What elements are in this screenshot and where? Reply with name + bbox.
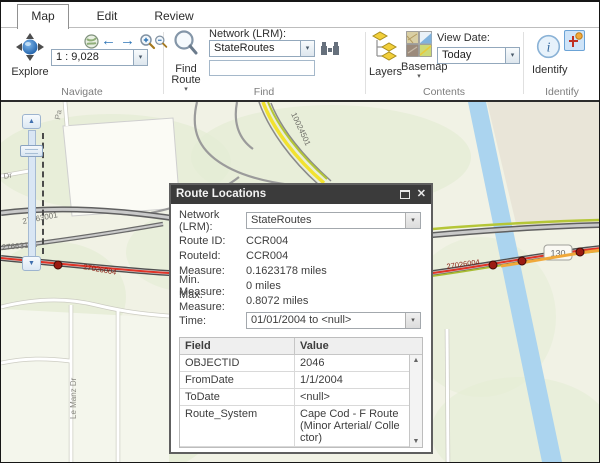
layers-toc-icon — [372, 31, 398, 62]
tab-review[interactable]: Review — [143, 5, 205, 27]
group-label-find: Find — [163, 86, 365, 98]
route-location-marker-icon — [565, 31, 584, 50]
dialog-body: Network (LRM): StateRoutes ▾ Route ID:CC… — [171, 204, 431, 454]
map-scale-value: 1 : 9,028 — [52, 50, 133, 65]
binoculars-search-icon[interactable] — [320, 41, 340, 56]
previous-extent-icon[interactable]: ← — [101, 33, 116, 49]
route-id-label: Route ID: — [179, 235, 246, 247]
identify-i-glyph: i — [546, 39, 550, 54]
attribute-table: Field Value OBJECTID 2046 FromDate 1/1/2… — [179, 337, 423, 448]
find-route-magnifier-icon — [172, 29, 200, 59]
view-date-label: View Date: — [437, 32, 490, 44]
group-label-identify: Identify — [523, 86, 600, 98]
time-combobox[interactable]: 01/01/2004 to <null> ▾ — [246, 312, 421, 329]
network-combobox[interactable]: StateRoutes ▾ — [246, 212, 421, 229]
map-scale-combobox[interactable]: 1 : 9,028 ▾ — [51, 49, 148, 66]
route-locations-dialog: Route Locations ✕ Network (LRM): StateRo… — [169, 183, 433, 454]
network-field-label: Network (LRM): — [179, 209, 246, 233]
route-value-input[interactable] — [209, 60, 315, 76]
explore-label: Explore — [7, 67, 53, 78]
value-cell: <null> — [295, 389, 409, 405]
table-row: FromDate 1/1/2004 — [180, 372, 409, 389]
find-route-button[interactable]: Find Route ▾ — [165, 29, 207, 93]
max-measure-label: Max. Measure: — [179, 289, 246, 313]
value-column-header: Value — [295, 338, 422, 354]
layers-label: Layers — [369, 67, 401, 78]
field-cell: ToDate — [180, 389, 295, 405]
event-editor-window: Map Edit Review Explore — [0, 0, 600, 463]
attribute-table-body: OBJECTID 2046 FromDate 1/1/2004 ToDate <… — [180, 355, 422, 447]
layers-button[interactable]: Layers — [369, 31, 401, 78]
chevron-down-icon[interactable]: ▾ — [300, 41, 314, 56]
value-cell: 1/1/2004 — [295, 372, 409, 388]
field-cell: FromDate — [180, 372, 295, 388]
time-combobox-value: 01/01/2004 to <null> — [247, 313, 405, 328]
map-area: 130 27663001 27663101 27026004 27026004 … — [1, 102, 599, 462]
time-field-label: Time: — [179, 315, 246, 327]
view-date-combobox[interactable]: Today ▾ — [437, 47, 520, 64]
value-cell: 2046 — [295, 355, 409, 371]
identify-button[interactable]: i Identify — [532, 33, 564, 76]
route-id-value: CCR004 — [246, 235, 421, 247]
explore-button[interactable]: Explore — [7, 32, 53, 78]
measure-value: 0.1623178 miles — [246, 265, 421, 277]
explore-pan-icon — [15, 32, 45, 62]
table-row: OBJECTID 2046 — [180, 355, 409, 372]
chevron-down-icon[interactable]: ▾ — [405, 313, 420, 328]
table-scrollbar[interactable]: ▲ ▼ — [409, 355, 422, 447]
parcel-block — [63, 118, 180, 216]
basemap-label: Basemap — [401, 62, 437, 73]
tab-map[interactable]: Map — [17, 4, 69, 29]
field-column-header: Field — [180, 338, 295, 354]
group-label-contents: Contents — [365, 86, 523, 98]
attribute-table-header: Field Value — [180, 338, 422, 355]
table-row: Route_System Cape Cod - F Route (Minor A… — [180, 406, 409, 447]
zoom-slider-handle[interactable] — [20, 145, 43, 157]
field-cell: OBJECTID — [180, 355, 295, 371]
value-cell: Cape Cod - F Route (Minor Arterial/ Coll… — [295, 406, 409, 446]
network-combobox-value: StateRoutes — [247, 213, 405, 228]
tab-edit[interactable]: Edit — [81, 5, 133, 27]
chevron-down-icon[interactable]: ▾ — [133, 50, 147, 65]
field-cell: Route_System — [180, 406, 295, 446]
identify-label: Identify — [532, 65, 564, 76]
network-lrm-label: Network (LRM): — [209, 28, 286, 40]
chevron-down-icon: ▾ — [401, 73, 437, 80]
dialog-title: Route Locations — [176, 185, 400, 204]
routeid-label: RouteId: — [179, 250, 246, 262]
scroll-down-icon[interactable]: ▼ — [413, 438, 420, 445]
group-divider — [365, 32, 366, 94]
identify-info-icon: i — [535, 33, 562, 60]
ribbon-tab-bar: Map Edit Review — [1, 2, 599, 28]
chevron-down-icon[interactable]: ▾ — [505, 48, 519, 63]
identify-route-locations-tool[interactable] — [564, 30, 585, 51]
basemap-gallery-icon — [406, 31, 432, 57]
view-date-value: Today — [438, 48, 505, 63]
group-label-navigate: Navigate — [1, 86, 163, 98]
max-measure-value: 0.8072 miles — [246, 295, 421, 307]
next-extent-icon[interactable]: → — [120, 33, 135, 49]
find-route-label-line2: Route — [165, 75, 207, 86]
zoom-slider-up-button[interactable]: ▲ — [22, 114, 41, 129]
full-extent-globe-icon[interactable] — [83, 33, 100, 50]
table-row: ToDate <null> — [180, 389, 409, 406]
basemap-button[interactable]: Basemap ▾ — [401, 31, 437, 80]
zoom-slider-down-button[interactable]: ▼ — [22, 256, 41, 271]
chevron-down-icon[interactable]: ▾ — [405, 213, 420, 228]
street-name-label: Le Manz Dr — [69, 377, 78, 419]
network-lrm-combobox[interactable]: StateRoutes ▾ — [209, 40, 315, 57]
residential-blocks — [1, 309, 169, 462]
network-lrm-value: StateRoutes — [210, 41, 300, 56]
scroll-up-icon[interactable]: ▲ — [413, 357, 420, 364]
dialog-title-bar[interactable]: Route Locations ✕ — [171, 185, 431, 204]
min-measure-value: 0 miles — [246, 280, 421, 292]
maximize-icon[interactable] — [400, 190, 410, 199]
close-icon[interactable]: ✕ — [417, 189, 426, 200]
group-divider — [523, 32, 524, 94]
ribbon: Explore ← → 1 : 9,028 ▾ Navigate — [1, 28, 599, 100]
routeid-value: CCR004 — [246, 250, 421, 262]
